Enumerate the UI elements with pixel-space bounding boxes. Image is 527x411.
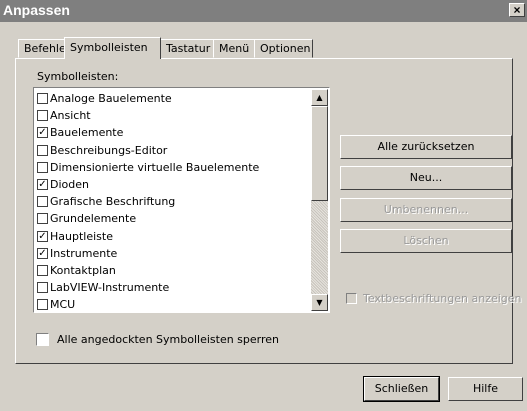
toolbar-item-label: MCU	[50, 298, 76, 312]
tab-befehle[interactable]: Befehle	[18, 39, 66, 58]
toolbar-item-label: Dioden	[50, 178, 89, 191]
help-button[interactable]: Hilfe	[448, 377, 523, 401]
toolbar-item-label: Analoge Bauelemente	[50, 92, 172, 105]
checkbox-checked[interactable]: ✓	[37, 127, 48, 139]
toolbars-listbox[interactable]: Analoge Bauelemente Ansicht ✓ Bauelemente Be…	[33, 87, 330, 313]
checkmark-icon: ✓	[38, 179, 47, 190]
checkbox-unchecked[interactable]	[37, 196, 48, 208]
checkbox-checked[interactable]: ✓	[37, 230, 48, 242]
toolbars-label: Symbolleisten:	[37, 70, 119, 83]
checkmark-icon: ✓	[38, 230, 47, 242]
tab-symbolleisten[interactable]: Symbolleisten	[64, 37, 161, 59]
checkbox-box[interactable]	[36, 333, 49, 346]
scroll-down-button[interactable]: ▼	[311, 294, 328, 311]
checkbox-unchecked[interactable]	[37, 161, 48, 173]
checkbox-unchecked[interactable]	[37, 144, 48, 156]
show-text-labels-label: Textbeschriftungen anzeigen	[363, 292, 522, 305]
tab-menue[interactable]: Menü	[213, 39, 255, 58]
checkmark-icon: ✓	[38, 127, 47, 139]
checkbox-unchecked[interactable]	[37, 93, 48, 104]
arrow-up-icon: ▲	[316, 93, 323, 102]
checkmark-icon: ✓	[38, 247, 47, 259]
checkbox-unchecked[interactable]	[37, 110, 48, 122]
toolbar-item-label: Instrumente	[50, 246, 118, 260]
toolbar-item-label: Ansicht	[50, 109, 91, 123]
toolbar-item-label: Dimensionierte virtuelle Bauelemente	[50, 160, 260, 174]
delete-button[interactable]: Löschen	[340, 229, 512, 253]
toolbar-item-label: Bauelemente	[50, 126, 124, 140]
checkbox-checked[interactable]: ✓	[37, 247, 48, 259]
checkbox-unchecked[interactable]	[37, 282, 48, 294]
toolbar-item-label: LabVIEW-Instrumente	[50, 281, 170, 295]
arrow-down-icon: ▼	[316, 298, 323, 307]
toolbar-item-label: Kontaktplan	[50, 264, 116, 277]
toolbar-item-label: Grundelemente	[50, 212, 137, 226]
list-scrollbar[interactable]: ▲ ▼	[311, 89, 328, 311]
new-toolbar-button[interactable]: Neu...	[340, 166, 512, 190]
toolbar-item-label: Beschreibungs-Editor	[50, 143, 168, 157]
toolbar-item-label: Hauptleiste	[50, 229, 113, 243]
checkbox-unchecked[interactable]	[37, 213, 48, 225]
lock-docked-toolbars-label: Alle angedockten Symbolleisten sperren	[57, 333, 280, 346]
checkbox-box[interactable]	[346, 293, 357, 304]
dialog-title: Anpassen	[3, 2, 70, 18]
toolbar-item-label: Grafische Beschriftung	[50, 195, 176, 209]
tab-optionen[interactable]: Optionen	[254, 39, 313, 58]
customize-dialog: Anpassen × Befehle Symbolleisten Tastatu…	[0, 0, 527, 411]
close-button[interactable]: ×	[509, 3, 525, 17]
reset-all-button[interactable]: Alle zurücksetzen	[340, 135, 512, 159]
scroll-up-button[interactable]: ▲	[311, 89, 328, 106]
close-dialog-button[interactable]: Schließen	[363, 376, 440, 402]
checkbox-unchecked[interactable]	[37, 265, 48, 276]
scroll-thumb[interactable]	[311, 106, 328, 201]
checkbox-unchecked[interactable]	[37, 299, 48, 311]
rename-button[interactable]: Umbenennen...	[340, 198, 512, 222]
tab-tastatur[interactable]: Tastatur	[160, 39, 214, 58]
checkbox-checked[interactable]: ✓	[37, 179, 48, 190]
title-bar[interactable]: Anpassen ×	[0, 0, 527, 22]
